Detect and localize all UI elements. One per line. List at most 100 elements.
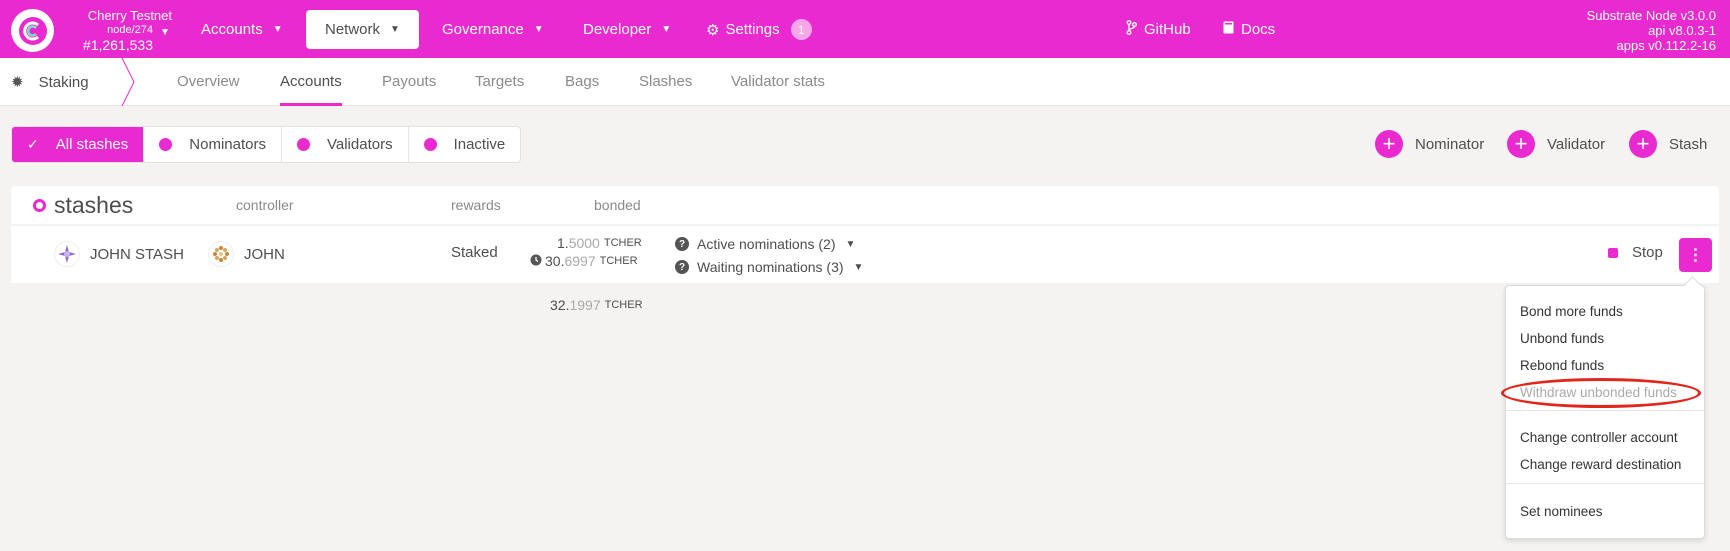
stash-filter: ✓ All stashes Nominators Validators Inac…	[11, 126, 522, 163]
menu-unbond-funds[interactable]: Unbond funds	[1520, 331, 1604, 346]
menu-divider	[1506, 410, 1704, 411]
unbonding-dec: 6997	[564, 253, 596, 269]
identicon-icon	[208, 241, 234, 267]
check-icon: ✓	[27, 136, 39, 152]
node-version-text: Substrate Node v3.0.0	[1586, 8, 1716, 23]
nav-accounts[interactable]: Accounts ▼	[201, 10, 283, 49]
filter-nominators[interactable]: Nominators	[144, 127, 282, 162]
header-controller: controller	[236, 197, 294, 213]
unbonding-amount[interactable]: 30. 6997 TCHER	[530, 253, 638, 269]
nav-github[interactable]: GitHub	[1126, 10, 1191, 49]
chevron-down-icon: ▼	[853, 261, 864, 273]
nav-settings[interactable]: ⚙ Settings 1	[706, 10, 812, 49]
tab-validator-stats[interactable]: Validator stats	[731, 58, 825, 106]
menu-change-controller-account[interactable]: Change controller account	[1520, 430, 1678, 445]
section-staking: ✹ Staking	[0, 58, 136, 106]
bonded-dec: 5000	[568, 235, 600, 251]
nav-network-label: Network	[325, 21, 381, 38]
menu-rebond-funds[interactable]: Rebond funds	[1520, 358, 1604, 373]
add-validator-label: Validator	[1547, 135, 1606, 153]
menu-change-reward-destination[interactable]: Change reward destination	[1520, 457, 1681, 472]
header-stashes-label: stashes	[54, 191, 134, 218]
actions-dropdown-menu: Bond more funds Unbond funds Rebond fund…	[1505, 285, 1705, 539]
stop-label: Stop	[1632, 244, 1663, 261]
add-validator-button[interactable]: + Validator	[1507, 130, 1605, 158]
tab-slashes[interactable]: Slashes	[639, 58, 692, 106]
filter-label: Validators	[326, 136, 393, 153]
filter-inactive[interactable]: Inactive	[409, 127, 521, 162]
api-version-text: api v8.0.3-1	[1648, 22, 1716, 38]
dot-icon	[296, 138, 310, 151]
section-title: Staking	[38, 73, 89, 91]
chain-selector[interactable]: Cherry Testnet node/274 #1,261,533 ▼	[62, 8, 172, 54]
add-nominator-label: Nominator	[1415, 135, 1485, 153]
stash-name: JOHN STASH	[90, 245, 184, 263]
nav-github-label: GitHub	[1144, 21, 1191, 38]
stash-account[interactable]: JOHN STASH	[54, 241, 184, 267]
unbonding-int: 30.	[545, 253, 565, 269]
help-icon: ?	[675, 237, 689, 251]
tab-overview[interactable]: Overview	[177, 58, 240, 106]
stop-button[interactable]: Stop	[1608, 244, 1663, 261]
chain-name: Cherry Testnet	[87, 8, 172, 23]
nav-network[interactable]: Network ▼	[306, 10, 419, 49]
menu-set-nominees[interactable]: Set nominees	[1520, 504, 1603, 519]
chevron-down-icon: ▼	[390, 24, 400, 35]
vertical-ellipsis-icon: ⋮	[1687, 247, 1704, 264]
bonded-unit: TCHER	[603, 237, 642, 249]
gears-icon: ⚙	[706, 21, 720, 39]
breadcrumb-chevron-icon	[121, 58, 135, 106]
tab-targets[interactable]: Targets	[475, 58, 524, 106]
dot-icon	[159, 138, 173, 151]
staking-gear-icon: ✹	[11, 74, 24, 91]
nav-governance[interactable]: Governance ▼	[442, 10, 544, 49]
plus-icon: +	[1507, 130, 1535, 158]
more-actions-button[interactable]: ⋮	[1679, 238, 1712, 272]
bonded-int: 1.	[557, 235, 569, 251]
header-stashes: stashes	[33, 186, 133, 224]
git-branch-icon	[1126, 20, 1137, 39]
waiting-nominations-toggle[interactable]: ? Waiting nominations (3) ▼	[675, 259, 863, 275]
total-int: 32.	[550, 297, 570, 313]
active-nominations-label: Active nominations (2)	[697, 236, 836, 252]
book-icon	[1223, 21, 1234, 38]
add-stash-button[interactable]: + Stash	[1629, 130, 1707, 158]
filter-all-stashes[interactable]: ✓ All stashes	[12, 127, 145, 162]
controller-name: JOHN	[244, 245, 285, 263]
header-rewards: rewards	[451, 197, 501, 213]
chevron-down-icon: ▼	[533, 24, 544, 35]
plus-icon: +	[1629, 130, 1657, 158]
menu-bond-more-funds[interactable]: Bond more funds	[1520, 304, 1623, 319]
total-unit: TCHER	[604, 299, 643, 311]
add-stash-label: Stash	[1669, 135, 1708, 153]
sub-navigation: ✹ Staking Overview Accounts Payouts Targ…	[0, 58, 1730, 106]
chevron-down-icon: ▼	[661, 24, 672, 35]
identicon-icon	[54, 241, 80, 267]
version-info: Substrate Node v3.0.0 api v8.0.3-1 apps …	[1586, 8, 1717, 54]
nav-accounts-label: Accounts	[201, 21, 263, 38]
help-icon: ?	[675, 260, 689, 274]
tab-accounts[interactable]: Accounts	[280, 58, 342, 106]
ring-icon	[33, 198, 46, 212]
nav-developer[interactable]: Developer ▼	[583, 10, 671, 49]
dot-icon	[423, 138, 437, 151]
controller-account[interactable]: JOHN	[208, 241, 285, 267]
settings-badge: 1	[790, 19, 812, 40]
tab-bags[interactable]: Bags	[565, 58, 599, 106]
add-nominator-button[interactable]: + Nominator	[1375, 130, 1484, 158]
nav-governance-label: Governance	[442, 21, 524, 38]
chevron-down-icon: ▼	[272, 24, 283, 35]
tab-payouts[interactable]: Payouts	[382, 58, 436, 106]
apps-version-text: apps v0.112.2-16	[1616, 37, 1717, 53]
nav-docs[interactable]: Docs	[1223, 10, 1275, 49]
nav-settings-label: Settings	[725, 21, 780, 38]
active-nominations-toggle[interactable]: ? Active nominations (2) ▼	[675, 236, 855, 252]
waiting-nominations-label: Waiting nominations (3)	[697, 259, 844, 275]
nav-developer-label: Developer	[583, 21, 652, 38]
filter-validators[interactable]: Validators	[282, 127, 409, 162]
menu-divider	[1506, 483, 1704, 484]
stop-icon	[1608, 247, 1618, 258]
highlight-ellipse	[1501, 378, 1701, 408]
nav-docs-label: Docs	[1241, 21, 1276, 38]
filter-label: All stashes	[55, 136, 129, 153]
